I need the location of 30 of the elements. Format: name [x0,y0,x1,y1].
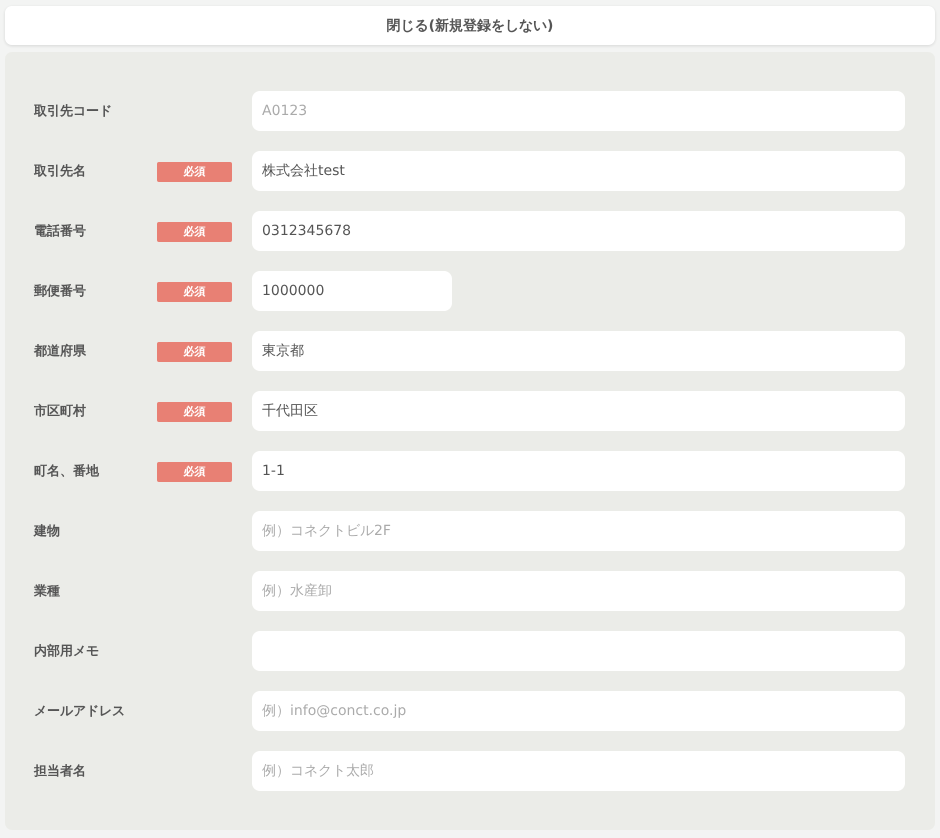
field-label: 郵便番号 [34,283,87,300]
input-field[interactable]: 例）コネクト太郎 [252,751,905,791]
input-field[interactable]: 1000000 [252,271,452,311]
field-label: 建物 [34,523,61,540]
field-label: 取引先名 [34,163,87,180]
field-label: 都道府県 [34,342,87,360]
field-label: 取引先コード [34,103,113,120]
required-badge: 必須 [157,462,232,482]
field-label: 電話番号 [34,223,87,240]
input-field[interactable]: A0123 [252,91,905,131]
field-label: 内部用メモ [34,642,100,660]
required-badge: 必須 [157,402,232,422]
input-field[interactable]: 例）コネクトビル2F [252,511,905,551]
close-button[interactable]: 閉じる(新規登録をしない) [5,6,935,45]
required-badge: 必須 [157,162,232,182]
required-badge: 必須 [157,282,232,302]
required-badge: 必須 [157,342,232,362]
input-field[interactable]: 例）水産卸 [252,571,905,611]
input-field[interactable]: 例）info@conct.co.jp [252,691,905,731]
required-badge: 必須 [157,222,232,242]
input-field[interactable]: 千代田区 [252,391,905,431]
input-field[interactable]: 0312345678 [252,211,905,251]
field-label: メールアドレス [34,703,126,720]
field-label: 担当者名 [34,763,87,780]
field-label: 町名、番地 [34,463,100,480]
input-field[interactable]: 株式会社test [252,151,905,191]
input-field[interactable]: 1-1 [252,451,905,491]
field-label: 市区町村 [34,402,87,420]
input-field[interactable]: 東京都 [252,331,905,371]
field-label: 業種 [34,583,61,600]
